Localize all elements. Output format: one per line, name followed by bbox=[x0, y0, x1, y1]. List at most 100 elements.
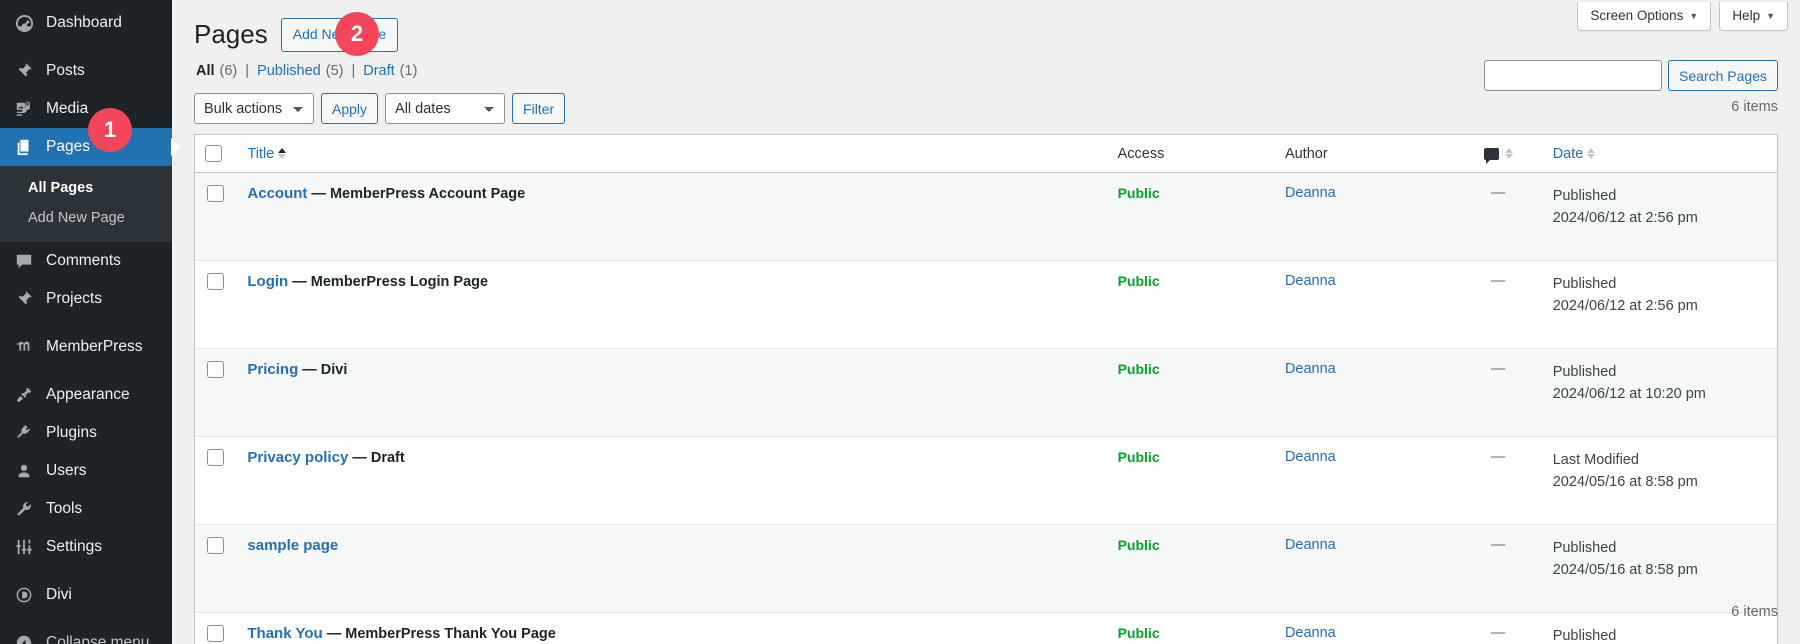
author-link[interactable]: Deanna bbox=[1285, 537, 1336, 553]
row-checkbox[interactable] bbox=[207, 185, 224, 202]
select-all-checkbox-top[interactable] bbox=[205, 145, 222, 162]
page-wrap: Pages Add New Page All (6) | Published (… bbox=[172, 0, 1800, 644]
author-link[interactable]: Deanna bbox=[1285, 625, 1336, 641]
sidebar-item-dashboard[interactable]: Dashboard bbox=[0, 4, 172, 42]
sidebar-item-label: Pages bbox=[46, 138, 90, 156]
row-access-cell: Public bbox=[1108, 349, 1275, 437]
sidebar-item-posts[interactable]: Posts bbox=[0, 52, 172, 90]
table-header-row: Title Access Author bbox=[195, 135, 1777, 173]
filter-link-all[interactable]: All bbox=[196, 63, 215, 79]
sort-indicator-icon[interactable] bbox=[1505, 148, 1513, 159]
row-title-cell: Account — MemberPress Account Page bbox=[237, 173, 1107, 261]
filter-link-draft[interactable]: Draft bbox=[363, 63, 394, 79]
row-comments-cell: — bbox=[1453, 437, 1542, 525]
row-checkbox[interactable] bbox=[207, 537, 224, 554]
page-link[interactable]: sample page bbox=[247, 537, 338, 554]
sidebar-item-appearance[interactable]: Appearance bbox=[0, 376, 172, 414]
sort-indicator-icon bbox=[1587, 148, 1595, 159]
sidebar-item-label: Projects bbox=[46, 290, 102, 308]
date-value: 2024/06/12 at 2:56 pm bbox=[1553, 207, 1767, 229]
row-author-cell: Deanna bbox=[1275, 525, 1454, 613]
row-checkbox-cell bbox=[195, 261, 237, 349]
author-link[interactable]: Deanna bbox=[1285, 361, 1336, 377]
sidebar-item-settings[interactable]: Settings bbox=[0, 528, 172, 566]
collapse-menu-button[interactable]: Collapse menu bbox=[0, 624, 172, 644]
row-title-cell: Privacy policy — Draft bbox=[237, 437, 1107, 525]
date-status: Published bbox=[1553, 625, 1767, 644]
sidebar-item-tools[interactable]: Tools bbox=[0, 490, 172, 528]
row-date-cell: Published 2024/05/16 at 8:58 pm bbox=[1543, 525, 1777, 613]
bulk-actions-select-top[interactable]: Bulk actions bbox=[194, 93, 314, 124]
page-link[interactable]: Privacy policy bbox=[247, 449, 348, 466]
pin-icon bbox=[13, 61, 35, 81]
pages-icon bbox=[13, 137, 35, 157]
sidebar-divider bbox=[0, 566, 172, 576]
table-row: sample page Public Deanna — Published 20… bbox=[195, 525, 1777, 613]
sidebar-item-pages[interactable]: Pages bbox=[0, 128, 172, 166]
comments-count: — bbox=[1491, 273, 1506, 289]
page-header: Pages Add New Page bbox=[194, 18, 1778, 52]
wordpress-admin-screen: Dashboard Posts Media Pages All Pages Ad… bbox=[0, 0, 1800, 644]
sidebar-item-label: Posts bbox=[46, 62, 85, 80]
divi-icon bbox=[13, 585, 35, 605]
row-access-cell: Public bbox=[1108, 525, 1275, 613]
items-count-bottom: 6 items bbox=[1731, 604, 1778, 620]
sidebar-item-divi[interactable]: Divi bbox=[0, 576, 172, 614]
sidebar-item-label: Media bbox=[46, 100, 88, 118]
column-header-comments bbox=[1453, 135, 1542, 173]
author-link[interactable]: Deanna bbox=[1285, 273, 1336, 289]
filter-count-draft: (1) bbox=[400, 63, 418, 79]
row-checkbox-cell bbox=[195, 613, 237, 644]
pages-submenu: All Pages Add New Page bbox=[0, 166, 172, 242]
sidebar-item-label: Comments bbox=[46, 252, 121, 270]
filter-count-published: (5) bbox=[326, 63, 344, 79]
row-checkbox[interactable] bbox=[207, 273, 224, 290]
row-checkbox[interactable] bbox=[207, 449, 224, 466]
date-status: Published bbox=[1553, 273, 1767, 295]
row-checkbox[interactable] bbox=[207, 625, 224, 642]
filter-button[interactable]: Filter bbox=[512, 93, 565, 124]
author-link[interactable]: Deanna bbox=[1285, 185, 1336, 201]
page-link[interactable]: Pricing bbox=[247, 361, 298, 378]
submenu-item-all-pages[interactable]: All Pages bbox=[0, 173, 172, 203]
date-value: 2024/06/12 at 2:56 pm bbox=[1553, 295, 1767, 317]
comments-count: — bbox=[1491, 361, 1506, 377]
sidebar-item-label: Users bbox=[46, 462, 86, 480]
sidebar-divider bbox=[0, 366, 172, 376]
date-status: Published bbox=[1553, 537, 1767, 559]
row-title-cell: Pricing — Divi bbox=[237, 349, 1107, 437]
sidebar-item-media[interactable]: Media bbox=[0, 90, 172, 128]
date-value: 2024/05/16 at 8:58 pm bbox=[1553, 471, 1767, 493]
date-status: Last Modified bbox=[1553, 449, 1767, 471]
sort-by-date-link-top[interactable]: Date bbox=[1553, 146, 1596, 162]
page-link[interactable]: Login bbox=[247, 273, 288, 290]
filter-link-published[interactable]: Published bbox=[257, 63, 321, 79]
items-count-top: 6 items bbox=[1731, 99, 1778, 115]
sidebar-item-projects[interactable]: Projects bbox=[0, 280, 172, 318]
column-title-label: Title bbox=[247, 146, 274, 162]
search-pages-button[interactable]: Search Pages bbox=[1668, 60, 1778, 91]
memberpress-icon bbox=[13, 337, 35, 357]
search-input[interactable] bbox=[1484, 60, 1662, 91]
page-link[interactable]: Thank You bbox=[247, 625, 322, 642]
comments-count: — bbox=[1491, 449, 1506, 465]
row-checkbox[interactable] bbox=[207, 361, 224, 378]
sidebar-item-label: MemberPress bbox=[46, 338, 142, 356]
row-date-cell: Published 2024/06/12 at 2:56 pm bbox=[1543, 173, 1777, 261]
table-body: Account — MemberPress Account Page Publi… bbox=[195, 173, 1777, 644]
sidebar-item-users[interactable]: Users bbox=[0, 452, 172, 490]
sidebar-item-label: Divi bbox=[46, 586, 72, 604]
author-link[interactable]: Deanna bbox=[1285, 449, 1336, 465]
table-row: Account — MemberPress Account Page Publi… bbox=[195, 173, 1777, 261]
sidebar-item-memberpress[interactable]: MemberPress bbox=[0, 328, 172, 366]
sidebar-item-comments[interactable]: Comments bbox=[0, 242, 172, 280]
row-checkbox-cell bbox=[195, 349, 237, 437]
submenu-item-add-new-page[interactable]: Add New Page bbox=[0, 203, 172, 233]
page-link[interactable]: Account bbox=[247, 185, 307, 202]
date-filter-select[interactable]: All dates bbox=[385, 93, 505, 124]
sort-by-title-link-top[interactable]: Title bbox=[247, 146, 286, 162]
media-icon bbox=[13, 99, 35, 119]
sidebar-item-plugins[interactable]: Plugins bbox=[0, 414, 172, 452]
select-all-header bbox=[195, 135, 237, 173]
apply-button-top[interactable]: Apply bbox=[321, 93, 378, 124]
